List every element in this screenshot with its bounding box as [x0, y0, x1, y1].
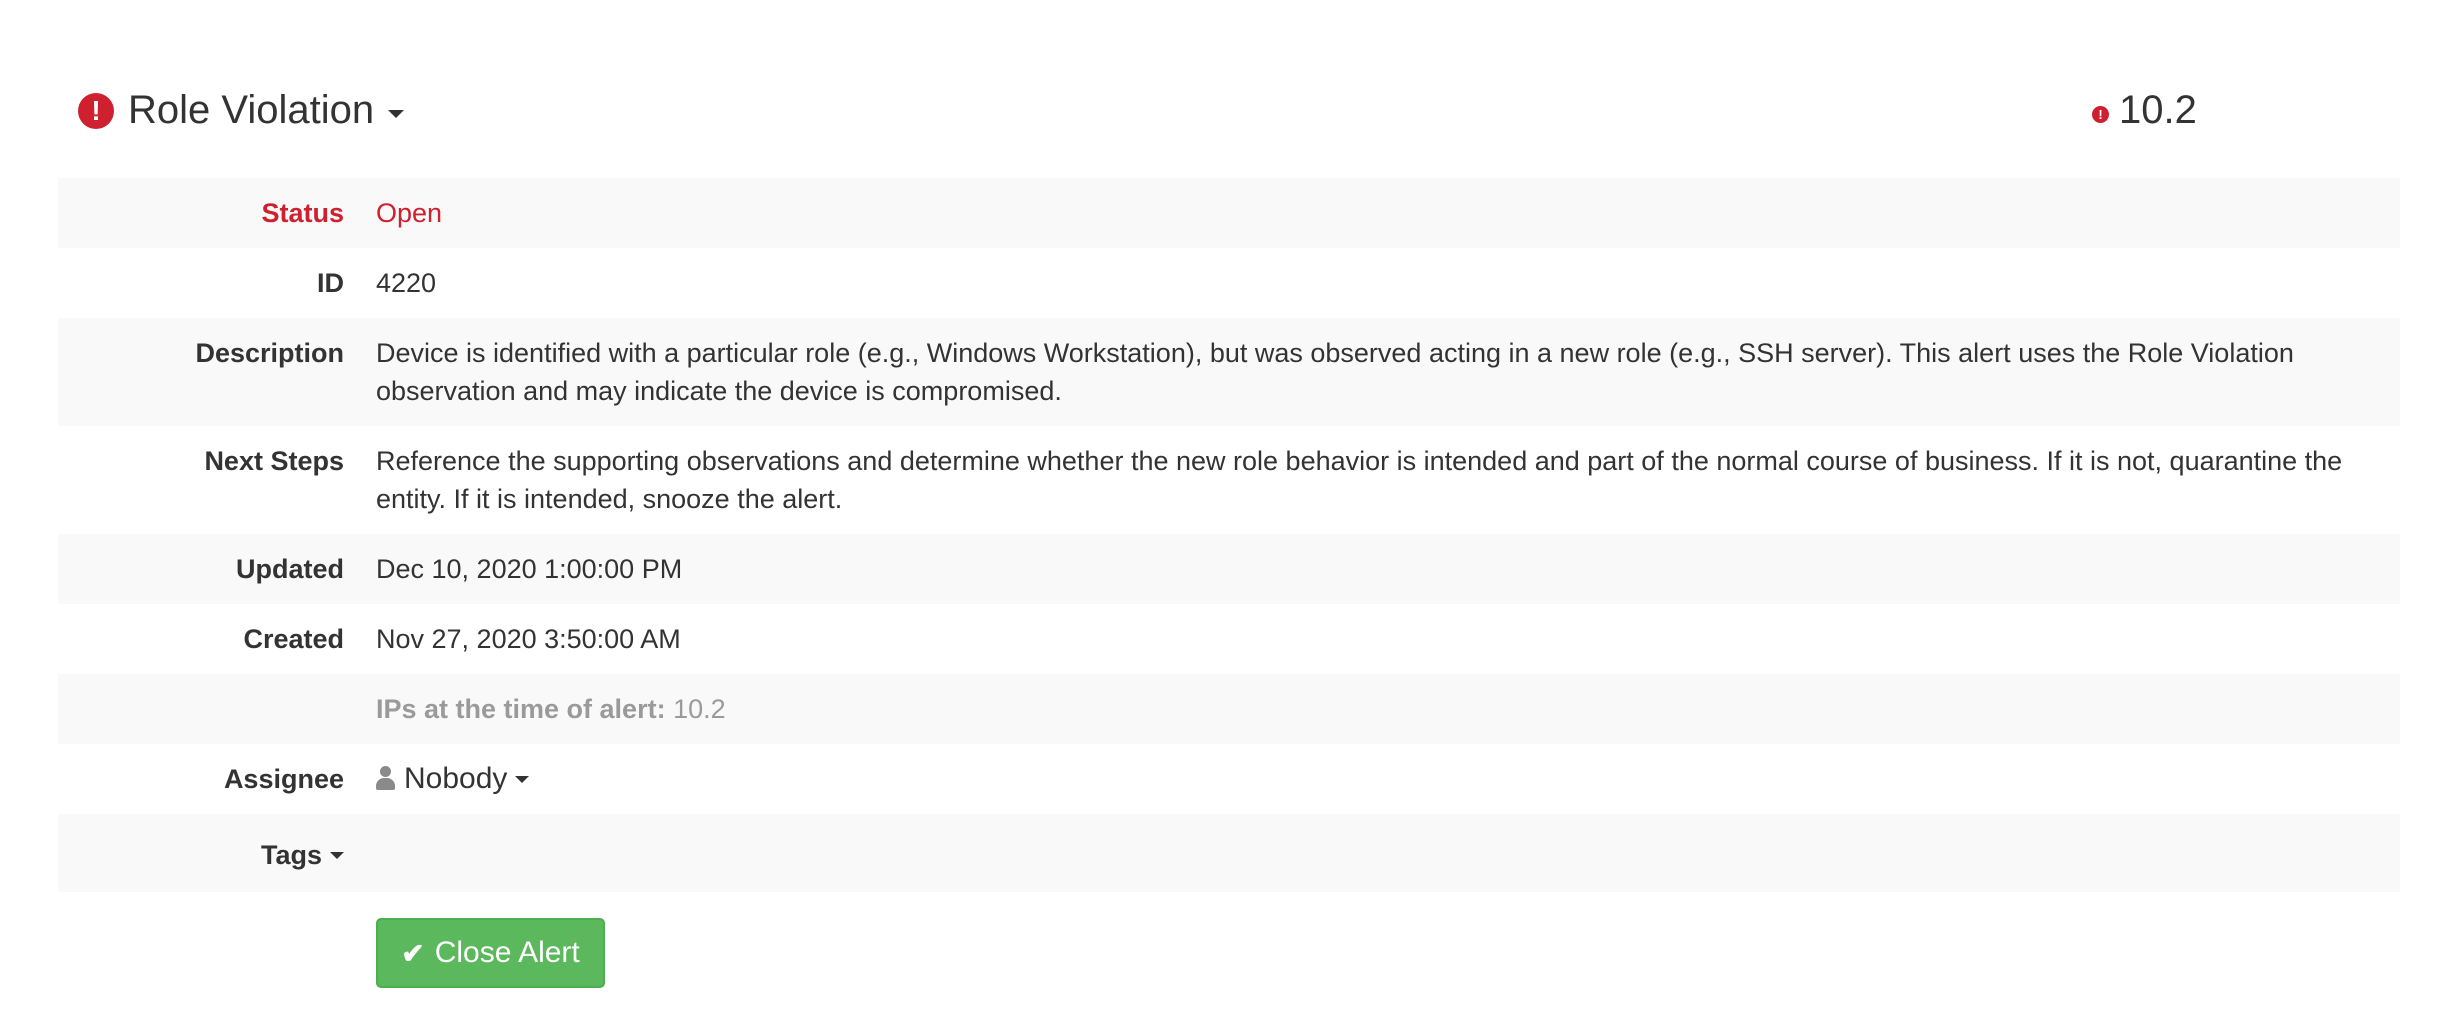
description-value: Device is identified with a particular r…: [376, 338, 2294, 406]
score-value: 10.2: [2119, 88, 2197, 132]
next-steps-value: Reference the supporting observations an…: [376, 446, 2343, 514]
id-label: ID: [317, 268, 344, 298]
alert-details-table: Status Open ID 4220 Description Device i…: [58, 178, 2400, 892]
tags-row: Tags: [58, 814, 2400, 892]
tags-dropdown[interactable]: Tags: [58, 814, 344, 892]
check-icon: ✔: [401, 937, 425, 969]
ips-row: IPs at the time of alert: 10.2: [58, 674, 2400, 744]
next-steps-label: Next Steps: [204, 446, 344, 476]
status-row: Status Open: [58, 178, 2400, 248]
created-value: Nov 27, 2020 3:50:00 AM: [376, 624, 681, 654]
chevron-down-icon: [515, 775, 530, 783]
created-row: Created Nov 27, 2020 3:50:00 AM: [58, 604, 2400, 674]
close-alert-button[interactable]: ✔ Close Alert: [376, 918, 605, 988]
created-label: Created: [243, 624, 344, 654]
assignee-row: Assignee Nobody: [58, 744, 2400, 814]
chevron-down-icon: [330, 851, 344, 859]
ips-value: 10.2: [673, 694, 726, 724]
chevron-down-icon[interactable]: [388, 109, 405, 118]
description-label: Description: [195, 338, 344, 368]
tags-value: [344, 814, 2400, 892]
updated-row: Updated Dec 10, 2020 1:00:00 PM: [58, 534, 2400, 604]
alert-score: ! 10.2: [2092, 88, 2197, 133]
assignee-dropdown[interactable]: Nobody: [376, 760, 2350, 798]
updated-value: Dec 10, 2020 1:00:00 PM: [376, 554, 683, 584]
updated-label: Updated: [236, 554, 344, 584]
close-alert-label: Close Alert: [434, 936, 580, 969]
status-label: Status: [261, 198, 344, 228]
assignee-label: Assignee: [223, 764, 344, 794]
exclamation-circle-icon: !: [78, 92, 114, 129]
tags-label: Tags: [260, 840, 322, 870]
next-steps-row: Next Steps Reference the supporting obse…: [58, 426, 2400, 534]
description-row: Description Device is identified with a …: [58, 318, 2400, 426]
status-value: Open: [376, 198, 443, 228]
assignee-value: Nobody: [404, 762, 508, 795]
id-value: 4220: [376, 268, 437, 298]
assignee-value-cell: Nobody: [344, 744, 2400, 814]
alert-header: ! Role Violation: [78, 88, 405, 133]
alert-title[interactable]: Role Violation: [128, 88, 374, 133]
ips-label: IPs at the time of alert:: [376, 694, 666, 724]
id-row: ID 4220: [58, 248, 2400, 318]
ips-row-label: [58, 674, 344, 744]
exclamation-circle-icon: !: [2092, 106, 2109, 123]
ips-value-cell: IPs at the time of alert: 10.2: [344, 674, 2400, 744]
user-icon: [376, 766, 395, 792]
